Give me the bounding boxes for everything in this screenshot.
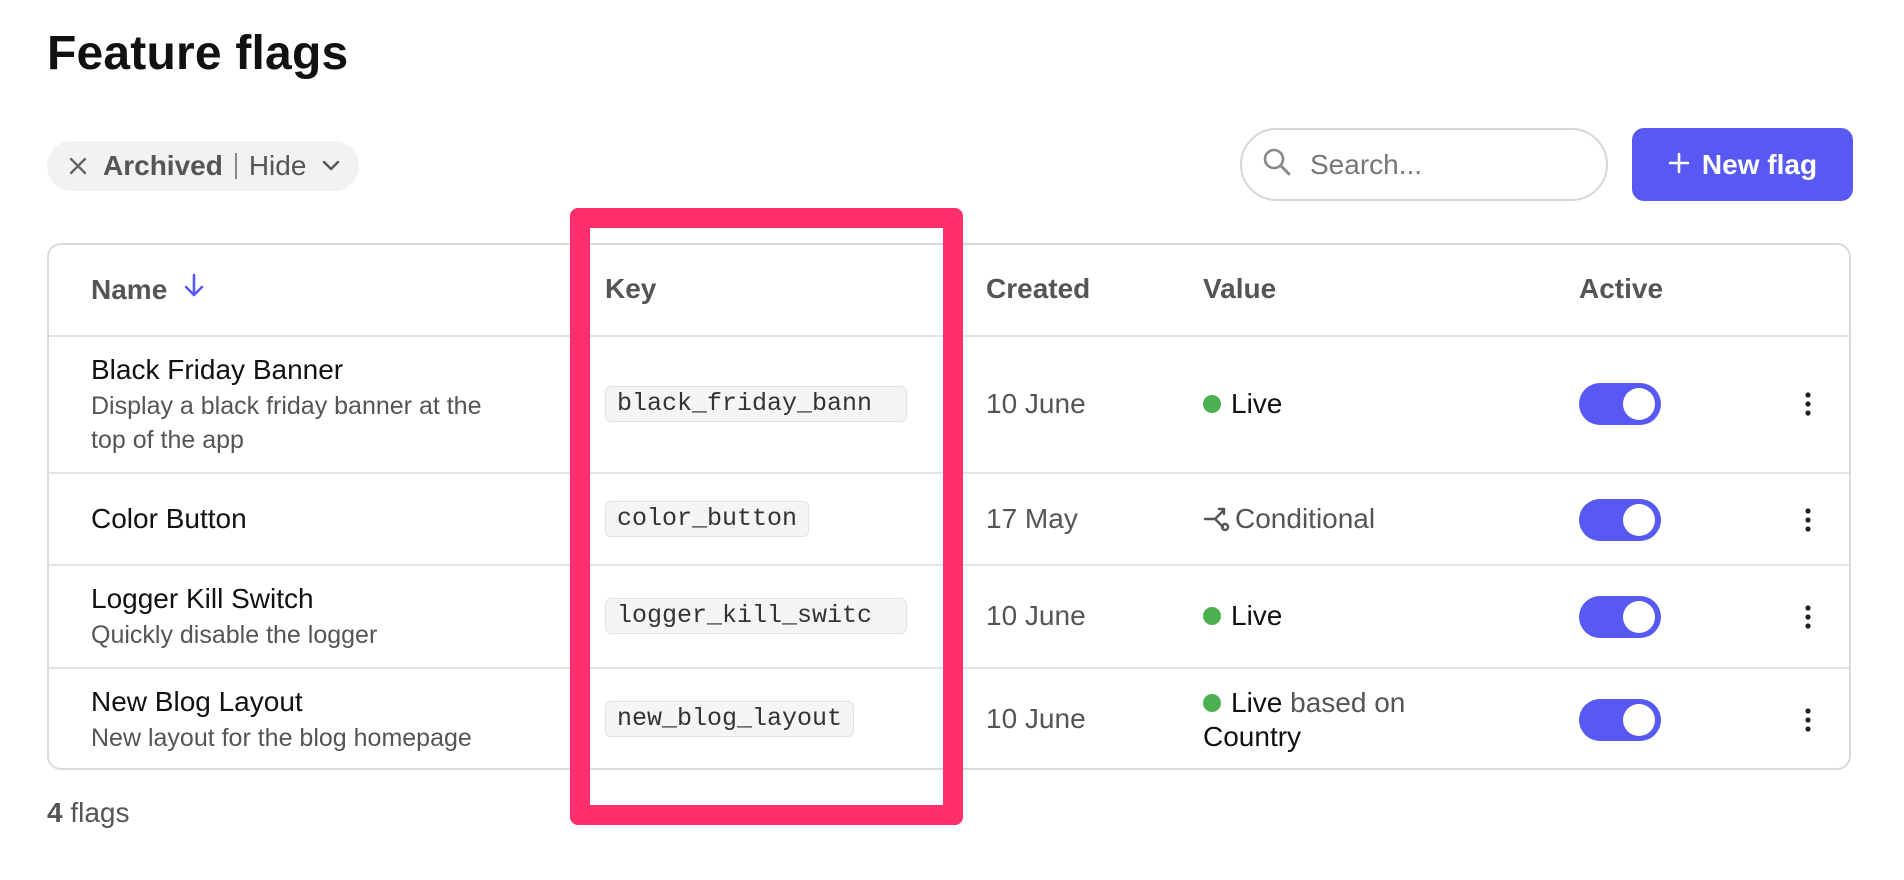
new-flag-label: New flag: [1701, 148, 1818, 180]
active-toggle[interactable]: [1579, 499, 1661, 541]
flag-count: 4 flags: [47, 797, 130, 829]
flag-created: 10 June: [986, 703, 1086, 734]
archived-filter-chip[interactable]: Archived Hide: [47, 141, 359, 191]
filter-separator: [234, 153, 237, 179]
column-header-active[interactable]: Active: [1579, 273, 1663, 305]
status-condition-value: Country: [1203, 721, 1302, 752]
flag-created: 17 May: [986, 503, 1078, 534]
flag-key: black_friday_bann: [605, 386, 907, 422]
flag-key: color_button: [605, 501, 810, 537]
table-header: Name Key Created Value Active: [49, 245, 1849, 337]
chevron-down-icon[interactable]: [322, 160, 340, 172]
status-dot: [1203, 607, 1221, 625]
status-text: Live: [1231, 600, 1283, 631]
search-box[interactable]: [1240, 128, 1608, 201]
active-toggle[interactable]: [1579, 596, 1661, 638]
more-vertical-icon[interactable]: [1795, 387, 1821, 421]
table-row[interactable]: Black Friday Banner Display a black frid…: [49, 335, 1849, 474]
flag-count-label: flags: [70, 797, 130, 828]
status-condition-text: based on: [1290, 687, 1406, 718]
flag-description: Display a black friday banner at the top…: [91, 392, 482, 454]
more-vertical-icon[interactable]: [1795, 600, 1821, 634]
toggle-knob: [1623, 704, 1655, 736]
more-vertical-icon[interactable]: [1795, 503, 1821, 537]
branch-icon: [1203, 506, 1233, 532]
status-text: Live: [1231, 687, 1283, 718]
flag-created: 10 June: [986, 388, 1086, 419]
page-title: Feature flags: [47, 27, 349, 80]
flag-key: new_blog_layout: [605, 701, 855, 737]
status-text: Conditional: [1235, 503, 1376, 534]
arrow-down-icon: [183, 273, 205, 306]
table-row[interactable]: Color Button color_button 17 May Conditi…: [49, 474, 1849, 566]
more-vertical-icon[interactable]: [1795, 703, 1821, 737]
flag-count-number: 4: [47, 797, 63, 828]
column-header-key[interactable]: Key: [605, 273, 656, 305]
filter-value: Hide: [248, 150, 307, 181]
toggle-knob: [1623, 601, 1655, 633]
column-header-created[interactable]: Created: [986, 273, 1090, 305]
flag-description: Quickly disable the logger: [91, 621, 378, 649]
toggle-knob: [1623, 504, 1655, 536]
search-input[interactable]: [1308, 147, 1572, 182]
status-dot: [1203, 694, 1221, 712]
flag-value: Conditional: [1203, 503, 1375, 535]
close-icon[interactable]: [63, 157, 93, 175]
flag-name: Black Friday Banner: [91, 354, 344, 385]
column-header-name-label: Name: [91, 273, 168, 305]
column-header-name[interactable]: Name: [91, 273, 205, 306]
status-dot: [1203, 395, 1221, 413]
flag-created: 10 June: [986, 600, 1086, 631]
flags-table: Name Key Created Value Active Black Frid…: [47, 243, 1851, 770]
flag-name: Logger Kill Switch: [91, 583, 314, 614]
status-text: Live: [1231, 388, 1283, 419]
flag-value: Live: [1203, 388, 1282, 420]
flag-key: logger_kill_switc: [605, 598, 907, 634]
plus-icon: [1668, 149, 1690, 181]
table-row[interactable]: New Blog Layout New layout for the blog …: [49, 669, 1849, 768]
active-toggle[interactable]: [1579, 699, 1661, 741]
column-header-value[interactable]: Value: [1203, 273, 1276, 305]
toggle-knob: [1623, 388, 1655, 420]
table-row[interactable]: Logger Kill Switch Quickly disable the l…: [49, 566, 1849, 669]
flag-value: Live based on Country: [1203, 686, 1463, 754]
flag-description: New layout for the blog homepage: [91, 724, 472, 752]
flag-name: Color Button: [91, 503, 247, 534]
search-icon: [1262, 147, 1292, 182]
filter-label: Archived: [103, 150, 223, 181]
new-flag-button[interactable]: New flag: [1632, 128, 1853, 201]
flag-name: New Blog Layout: [91, 686, 303, 717]
active-toggle[interactable]: [1579, 383, 1661, 425]
flag-value: Live: [1203, 600, 1282, 632]
